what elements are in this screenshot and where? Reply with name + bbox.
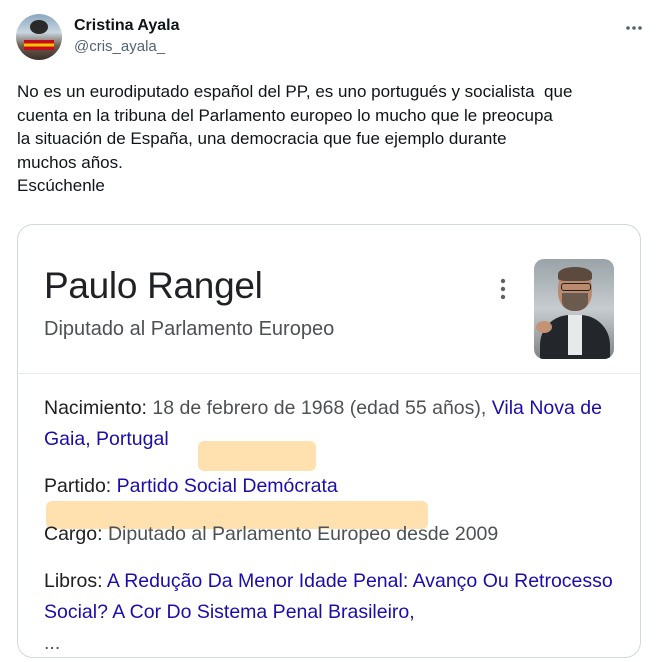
avatar-figure bbox=[30, 20, 48, 34]
fact-birth: Nacimiento: 18 de febrero de 1968 (edad … bbox=[44, 393, 616, 455]
display-name[interactable]: Cristina Ayala bbox=[74, 16, 180, 36]
fact-value: 18 de febrero de 1968 (edad 55 años), bbox=[146, 397, 492, 419]
tweet: Cristina Ayala @cris_ayala_ No es un eur… bbox=[0, 0, 662, 662]
portrait-shirt bbox=[568, 315, 582, 355]
fact-more: ... bbox=[44, 632, 61, 654]
media-screenshot-card[interactable]: Paulo Rangel Diputado al Parlamento Euro… bbox=[17, 224, 641, 658]
fact-label: Partido: bbox=[44, 475, 112, 497]
author-names: Cristina Ayala @cris_ayala_ bbox=[74, 16, 180, 57]
handle[interactable]: @cris_ayala_ bbox=[74, 37, 180, 57]
fact-books: Libros: A Redução Da Menor Idade Penal: … bbox=[44, 566, 616, 657]
avatar-flag bbox=[24, 40, 54, 50]
divider bbox=[18, 373, 640, 374]
portrait-hair bbox=[558, 267, 592, 281]
knowledge-panel-subtitle: Diputado al Parlamento Europeo bbox=[44, 318, 335, 340]
tweet-header: Cristina Ayala @cris_ayala_ bbox=[16, 14, 646, 62]
fact-link: A Redução Da Menor Idade Penal: Avanço O… bbox=[44, 570, 613, 623]
portrait-photo bbox=[534, 259, 614, 359]
fact-label: Nacimiento: bbox=[44, 397, 147, 419]
fact-link: Partido Social Demócrata bbox=[116, 475, 338, 497]
tweet-text: No es un eurodiputado español del PP, es… bbox=[17, 82, 573, 195]
fact-label: Cargo: bbox=[44, 523, 103, 545]
avatar[interactable] bbox=[16, 14, 62, 60]
fact-label: Libros: bbox=[44, 570, 103, 592]
fact-value: Diputado al Parlamento Europeo desde 200… bbox=[102, 523, 499, 545]
portrait-hand bbox=[536, 321, 552, 333]
more-vertical-icon bbox=[493, 275, 513, 303]
portrait-beard bbox=[562, 293, 588, 311]
fact-post: Cargo: Diputado al Parlamento Europeo de… bbox=[44, 519, 616, 550]
portrait-glasses bbox=[561, 283, 591, 291]
more-horizontal-icon[interactable] bbox=[622, 16, 646, 40]
fact-party: Partido: Partido Social Demócrata bbox=[44, 471, 616, 502]
knowledge-panel-title: Paulo Rangel bbox=[44, 265, 263, 306]
